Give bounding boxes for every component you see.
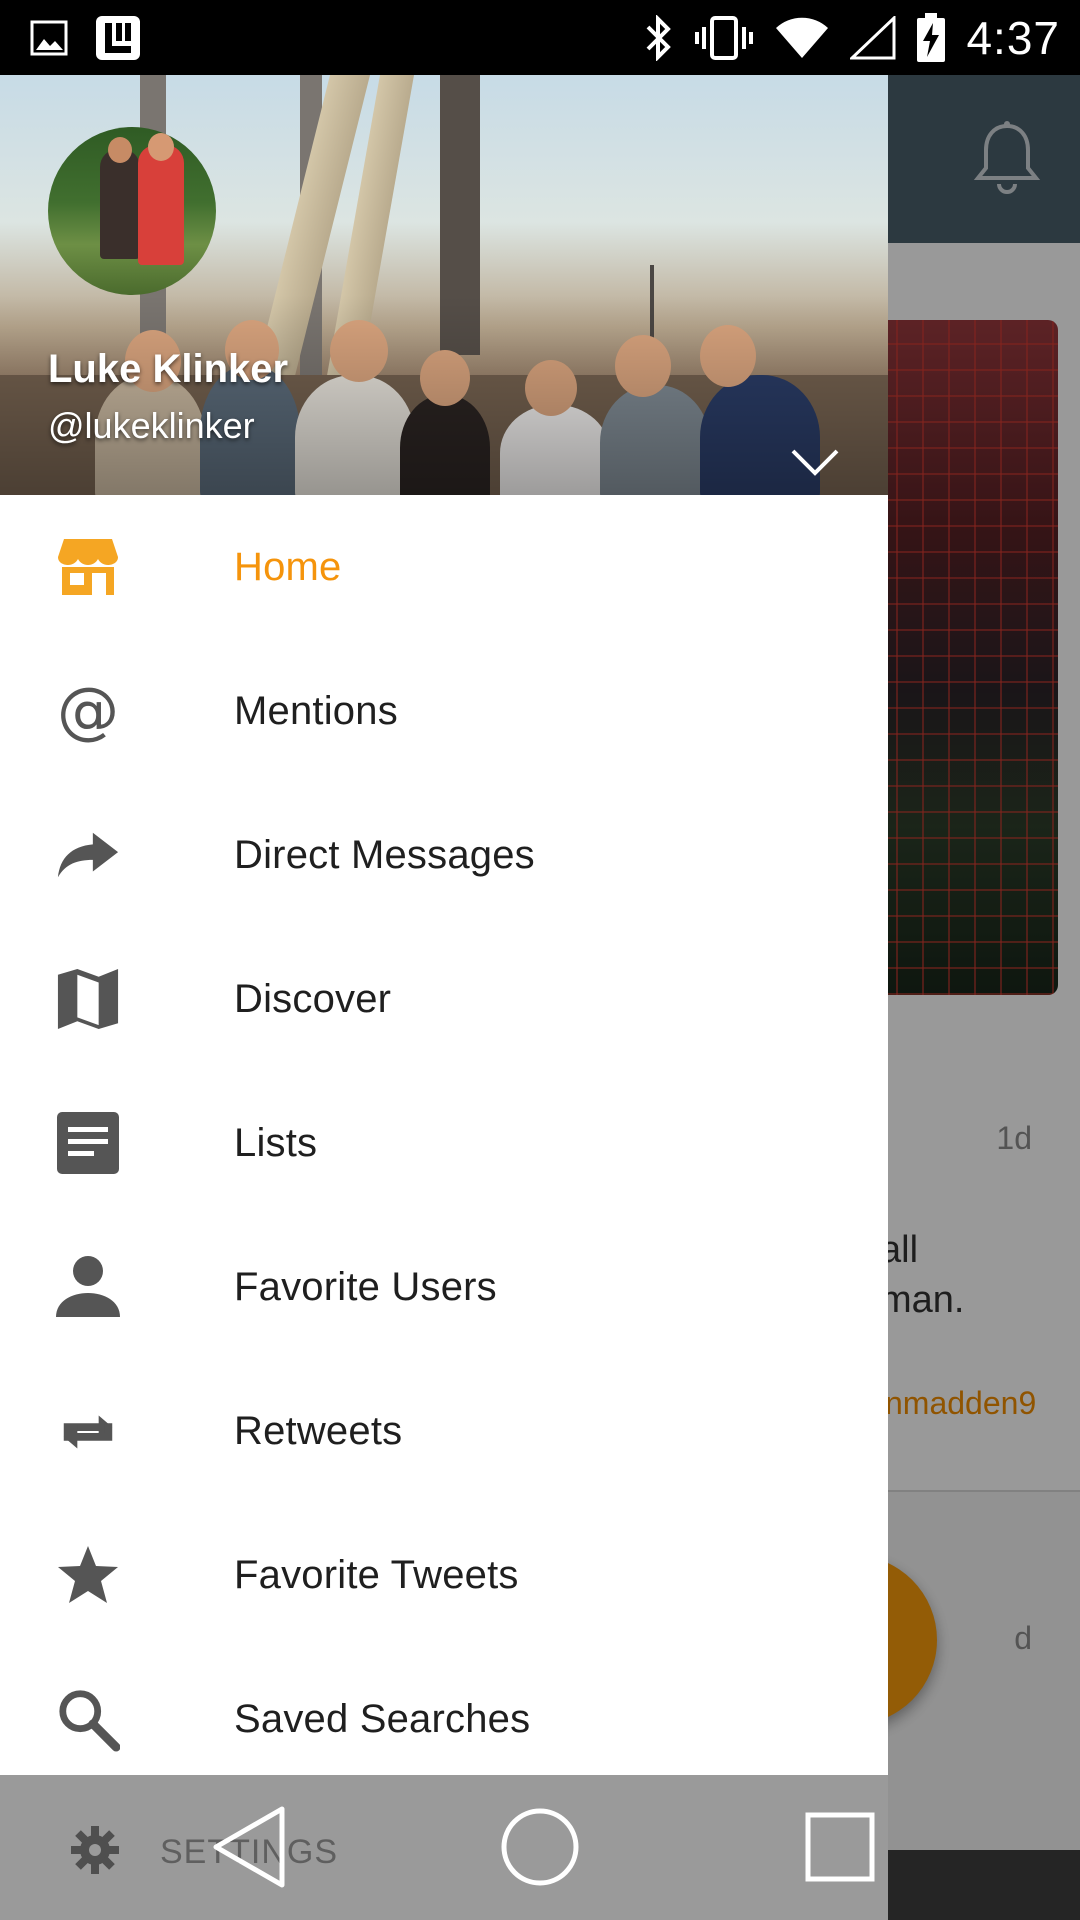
menu-label: Mentions	[234, 688, 398, 733]
menu-label: Home	[234, 544, 342, 589]
menu-label: Retweets	[234, 1408, 403, 1453]
search-icon	[56, 1687, 120, 1752]
menu-item-retweets[interactable]: Retweets	[0, 1359, 888, 1503]
wifi-icon	[774, 16, 830, 60]
drawer-header-cover-photo: Luke Klinker @lukeklinker	[0, 75, 888, 495]
retweet-icon	[56, 1399, 120, 1463]
menu-item-direct-messages[interactable]: Direct Messages	[0, 783, 888, 927]
image-icon	[30, 20, 68, 56]
menu-item-discover[interactable]: Discover	[0, 927, 888, 1071]
home-store-icon	[56, 535, 120, 599]
at-icon: @	[56, 677, 120, 745]
menu-label: Discover	[234, 976, 392, 1021]
system-navigation-bar	[0, 1775, 1080, 1920]
svg-text:@: @	[57, 677, 119, 745]
menu-label: Saved Searches	[234, 1696, 531, 1741]
menu-item-favorite-tweets[interactable]: Favorite Tweets	[0, 1503, 888, 1647]
menu-item-favorite-users[interactable]: Favorite Users	[0, 1215, 888, 1359]
bluetooth-icon	[644, 14, 674, 61]
clock: 4:37	[966, 11, 1060, 64]
navigation-drawer: Luke Klinker @lukeklinker Home @ Mention…	[0, 75, 888, 1920]
person-icon	[56, 1255, 120, 1319]
menu-label: Favorite Users	[234, 1264, 497, 1309]
status-bar: 4:37	[0, 0, 1080, 75]
menu-item-saved-searches[interactable]: Saved Searches	[0, 1647, 888, 1791]
back-icon[interactable]	[200, 1797, 300, 1897]
menu-label: Direct Messages	[234, 832, 535, 877]
user-name: Luke Klinker	[48, 347, 289, 391]
user-handle: @lukeklinker	[48, 405, 255, 446]
menu-label: Favorite Tweets	[234, 1552, 519, 1597]
map-icon	[56, 967, 120, 1031]
avatar[interactable]	[48, 127, 216, 295]
star-icon	[56, 1543, 120, 1607]
vibrate-icon	[694, 15, 754, 61]
menu-item-home[interactable]: Home	[0, 495, 888, 639]
drawer-menu: Home @ Mentions Direct Messages Discover…	[0, 495, 888, 1791]
chevron-down-icon[interactable]	[790, 447, 840, 482]
menu-item-mentions[interactable]: @ Mentions	[0, 639, 888, 783]
share-arrow-icon	[56, 823, 120, 887]
menu-item-lists[interactable]: Lists	[0, 1071, 888, 1215]
menu-label: Lists	[234, 1120, 318, 1165]
document-icon	[56, 1111, 120, 1175]
battery-charging-icon	[916, 12, 946, 63]
cell-signal-icon	[850, 15, 896, 60]
recents-icon[interactable]	[790, 1797, 890, 1897]
app-notification-icon	[94, 14, 142, 62]
home-icon[interactable]	[490, 1797, 590, 1897]
